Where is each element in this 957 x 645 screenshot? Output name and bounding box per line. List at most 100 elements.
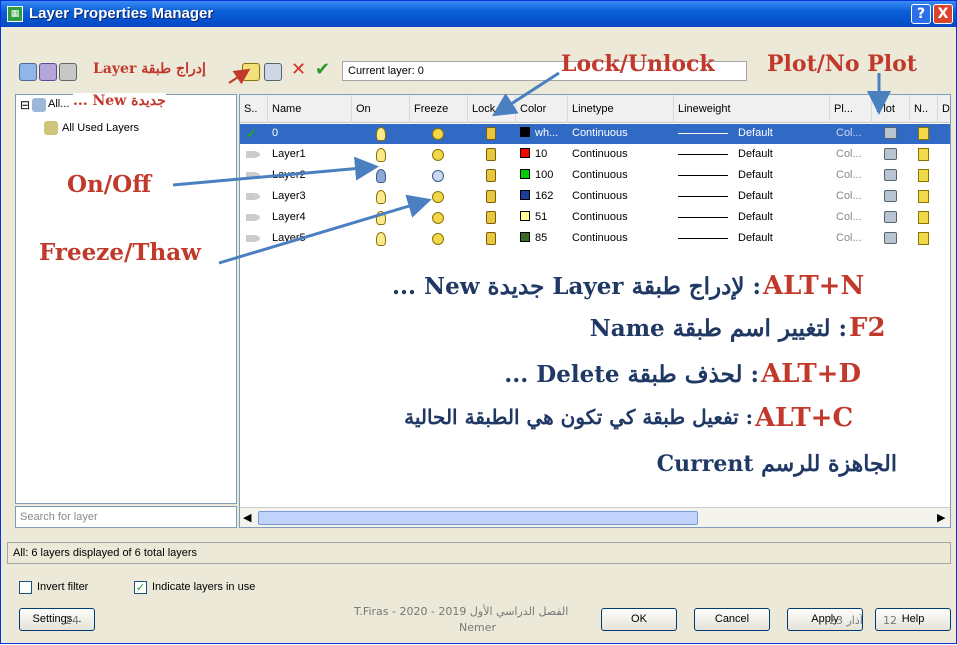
scroll-left-icon[interactable]: ◀ <box>243 511 251 524</box>
new-vp-freeze-icon[interactable] <box>918 169 929 182</box>
layer-color[interactable]: 162 <box>520 190 553 202</box>
sun-icon[interactable] <box>432 128 444 140</box>
layer-linetype[interactable]: Continuous <box>572 127 628 139</box>
table-row[interactable]: Layer1 10 Continuous Default Col... <box>240 145 950 165</box>
bulb-on-icon[interactable] <box>376 190 386 204</box>
scroll-thumb[interactable] <box>258 511 698 525</box>
unlock-icon[interactable] <box>486 232 496 245</box>
layer-name[interactable]: Layer5 <box>272 232 306 244</box>
new-layer-icon[interactable] <box>242 63 260 81</box>
layer-linetype[interactable]: Continuous <box>572 211 628 223</box>
new-vp-freeze-icon[interactable] <box>918 127 929 140</box>
states-manager-icon[interactable] <box>59 63 77 81</box>
set-current-icon[interactable]: ✔ <box>315 59 330 80</box>
new-filter-icon[interactable] <box>19 63 37 81</box>
layer-name[interactable]: Layer2 <box>272 169 306 181</box>
tree-item-all[interactable]: All... <box>48 98 69 110</box>
close-button[interactable]: X <box>933 4 953 24</box>
layer-linetype[interactable]: Continuous <box>572 190 628 202</box>
unlock-icon[interactable] <box>486 169 496 182</box>
layer-color[interactable]: 85 <box>520 232 547 244</box>
table-row[interactable]: Layer4 51 Continuous Default Col... <box>240 208 950 228</box>
shortcut-alt-n-key: ALT+N <box>763 271 865 301</box>
bulb-on-icon[interactable] <box>376 148 386 162</box>
layer-linetype[interactable]: Continuous <box>572 148 628 160</box>
layer-name[interactable]: 0 <box>272 127 278 139</box>
delete-layer-icon[interactable]: ✕ <box>291 59 306 80</box>
col-name[interactable]: Name <box>268 95 352 123</box>
printer-icon[interactable] <box>884 148 897 160</box>
table-row[interactable]: Layer3 162 Continuous Default Col... <box>240 187 950 207</box>
layer-lineweight[interactable]: Default <box>738 211 773 223</box>
table-row[interactable]: Layer2 100 Continuous Default Col... <box>240 166 950 186</box>
new-vp-freeze-icon[interactable] <box>918 148 929 161</box>
filter-tree[interactable]: ⊟ All... All Used Layers <box>15 94 237 504</box>
ok-button[interactable]: OK <box>601 608 677 631</box>
layer-lineweight[interactable]: Default <box>738 148 773 160</box>
layer-color[interactable]: 10 <box>520 148 547 160</box>
layer-linetype[interactable]: Continuous <box>572 169 628 181</box>
layer-lineweight[interactable]: Default <box>738 232 773 244</box>
sun-icon[interactable] <box>432 233 444 245</box>
layer-plotstyle: Col... <box>836 190 862 202</box>
unlock-icon[interactable] <box>486 127 496 140</box>
layer-name[interactable]: Layer3 <box>272 190 306 202</box>
col-status[interactable]: S.. <box>240 95 268 123</box>
printer-icon[interactable] <box>884 169 897 181</box>
group-filter-icon[interactable] <box>39 63 57 81</box>
footer-center-line2: Nemer <box>459 621 497 634</box>
scroll-right-icon[interactable]: ▶ <box>937 511 945 524</box>
col-linetype[interactable]: Linetype <box>568 95 674 123</box>
layer-linetype[interactable]: Continuous <box>572 232 628 244</box>
new-layer-vp-frozen-icon[interactable] <box>264 63 282 81</box>
layer-name[interactable]: Layer4 <box>272 211 306 223</box>
invert-filter-checkbox[interactable] <box>19 581 32 594</box>
tree-item-all-used[interactable]: All Used Layers <box>62 122 139 134</box>
sun-icon[interactable] <box>432 212 444 224</box>
lineweight-sample <box>678 196 728 197</box>
bulb-on-icon[interactable] <box>376 211 386 225</box>
col-freeze[interactable]: Freeze <box>410 95 468 123</box>
bulb-on-icon[interactable] <box>376 127 386 141</box>
col-on[interactable]: On <box>352 95 410 123</box>
col-description[interactable]: D <box>938 95 950 123</box>
col-color[interactable]: Color <box>516 95 568 123</box>
sun-icon[interactable] <box>432 191 444 203</box>
settings-button[interactable]: Settings... <box>19 608 95 631</box>
snowflake-icon[interactable] <box>432 170 444 182</box>
col-plotstyle[interactable]: Pl... <box>830 95 872 123</box>
layer-lineweight[interactable]: Default <box>738 169 773 181</box>
layer-color[interactable]: 51 <box>520 211 547 223</box>
new-vp-freeze-icon[interactable] <box>918 190 929 203</box>
help-button-titlebar[interactable]: ? <box>911 4 931 24</box>
unlock-icon[interactable] <box>486 211 496 224</box>
layer-lineweight[interactable]: Default <box>738 190 773 202</box>
layer-color[interactable]: wh... <box>520 127 558 139</box>
new-vp-freeze-icon[interactable] <box>918 211 929 224</box>
table-row[interactable]: Layer5 85 Continuous Default Col... <box>240 229 950 249</box>
bulb-on-icon[interactable] <box>376 232 386 246</box>
bulb-off-icon[interactable] <box>376 169 386 183</box>
layer-color[interactable]: 100 <box>520 169 553 181</box>
printer-icon[interactable] <box>884 232 897 244</box>
col-newvp[interactable]: N.. <box>910 95 938 123</box>
printer-icon[interactable] <box>884 127 897 139</box>
tree-expander-icon[interactable]: ⊟ <box>20 98 30 112</box>
printer-icon[interactable] <box>884 211 897 223</box>
col-lock[interactable]: Lock <box>468 95 516 123</box>
unlock-icon[interactable] <box>486 148 496 161</box>
footer-date: 23 آذار <box>829 614 863 627</box>
printer-icon[interactable] <box>884 190 897 202</box>
sun-icon[interactable] <box>432 149 444 161</box>
new-vp-freeze-icon[interactable] <box>918 232 929 245</box>
search-input[interactable]: Search for layer <box>15 506 237 528</box>
col-lineweight[interactable]: Lineweight <box>674 95 830 123</box>
horizontal-scrollbar[interactable]: ◀ ▶ <box>240 507 950 527</box>
layer-lineweight[interactable]: Default <box>738 127 773 139</box>
table-row[interactable]: ✓ 0 wh... Continuous Default Col... <box>240 124 950 144</box>
layer-name[interactable]: Layer1 <box>272 148 306 160</box>
unlock-icon[interactable] <box>486 190 496 203</box>
indicate-layers-checkbox[interactable]: ✓ <box>134 581 147 594</box>
col-plot[interactable]: Plot <box>872 95 910 123</box>
cancel-button[interactable]: Cancel <box>694 608 770 631</box>
